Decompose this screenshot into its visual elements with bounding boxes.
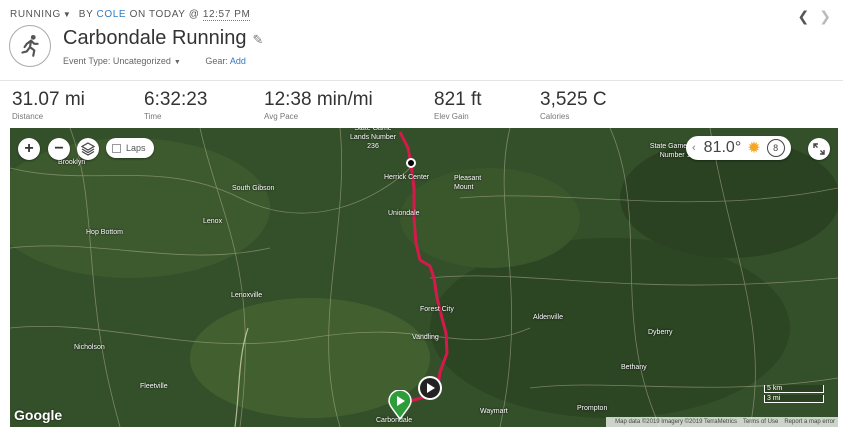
stat-label: Avg Pace [264,112,299,121]
town-label: Lenoxville [231,292,263,299]
activity-avatar [9,25,51,67]
activity-meta-bar: RUNNING ▼ BY COLE ON TODAY @ 12:57 PM [10,9,251,21]
event-type-label: Event Type: Uncategorized [63,56,171,66]
layers-icon [81,142,95,156]
gear-label: Gear: [205,56,228,66]
when-label: ON TODAY @ [129,9,200,20]
gear-add-link[interactable]: Add [230,56,246,66]
temperature-value: 81.0° [703,139,742,156]
town-label: Fleetville [140,383,168,390]
chevron-left-icon[interactable]: ‹ [692,142,696,154]
route-waypoint-icon [406,158,416,168]
start-flag-icon[interactable] [388,390,412,420]
fullscreen-button[interactable] [808,138,830,160]
town-label: Uniondale [388,210,420,217]
finish-play-icon[interactable] [417,375,443,401]
town-label: State Game Lands Number 236 [350,128,396,150]
town-label: Dyberry [648,329,673,336]
town-label: Lenox [203,218,223,225]
town-label: Vandling [412,334,439,341]
stat-value: 12:38 min/mi [264,89,373,110]
stat-avg-pace: 12:38 min/mi Avg Pace [264,89,373,121]
town-label: Brooklyn [58,159,86,166]
laps-toggle[interactable]: Laps [106,138,154,158]
town-label: Forest City [420,306,454,313]
stat-label: Calories [540,112,570,121]
town-label: Pleasant Mount [454,175,482,191]
next-arrow-icon[interactable]: ❯ [819,8,831,24]
activity-pager: ❮ ❯ [788,8,831,25]
laps-checkbox[interactable] [112,143,121,153]
activity-type-label: RUNNING [10,9,61,20]
stat-label: Elev Gain [434,112,469,121]
map-attribution: Map data ©2019 Imagery ©2019 TerraMetric… [606,417,838,427]
divider [0,80,843,81]
stat-label: Distance [12,112,44,121]
town-label: Prompton [577,405,608,412]
stat-label: Time [144,112,162,121]
zoom-out-button[interactable]: − [48,138,70,160]
runner-icon [21,34,39,57]
zoom-out-icon: − [54,140,64,157]
previous-arrow-icon[interactable]: ❮ [798,8,810,24]
user-link[interactable]: COLE [97,9,127,20]
town-label: Bethany [621,364,647,371]
terms-link[interactable]: Terms of Use [743,419,778,425]
town-label: Waymart [480,408,508,415]
wind-speed-indicator: 8 [766,139,785,157]
town-label: Hop Bottom [86,229,123,236]
zoom-in-icon: + [24,140,34,157]
stat-value: 6:32:23 [144,89,208,110]
weather-widget[interactable]: ‹ 81.0° ✹ 8 [686,136,791,160]
scale-km: 5 km [764,385,824,393]
route-map[interactable]: Brooklyn South Gibson Lenox Hop Bottom L… [10,128,838,427]
town-label: South Gibson [232,185,275,192]
activity-time: 12:57 PM [202,9,251,21]
activity-details: Event Type: Uncategorized ▼ Gear: Add [63,56,246,66]
stat-elev-gain: 821 ft Elev Gain [434,89,482,121]
by-label: BY [78,9,94,20]
laps-label: Laps [126,143,146,153]
map-scale: 5 km 3 mi [764,385,824,405]
town-label: Herrick Center [384,174,430,181]
report-error-link[interactable]: Report a map error [784,419,835,425]
google-logo: Google [14,407,63,423]
stat-calories: 3,525 C Calories [540,89,607,121]
scale-mi: 3 mi [764,395,824,403]
stat-time: 6:32:23 Time [144,89,207,121]
town-label: Nicholson [74,344,105,351]
event-type-dropdown[interactable]: Event Type: Uncategorized ▼ [63,56,181,66]
fullscreen-icon [813,143,825,155]
stat-value: 31.07 mi [12,89,85,110]
activity-title: Carbondale Running ✎ [63,27,263,50]
stat-value: 821 ft [434,89,482,110]
stat-value: 3,525 C [540,89,607,110]
stat-distance: 31.07 mi Distance [12,89,85,121]
activity-type-dropdown[interactable]: RUNNING ▼ [10,9,75,20]
caret-down-icon: ▼ [173,59,181,66]
layers-button[interactable] [77,138,99,160]
activity-title-text: Carbondale Running [63,27,247,49]
caret-down-icon: ▼ [62,10,72,19]
sun-icon: ✹ [747,140,761,157]
attribution-text: Map data ©2019 Imagery ©2019 TerraMetric… [615,419,737,425]
pencil-icon[interactable]: ✎ [252,32,263,47]
zoom-in-button[interactable]: + [18,138,40,160]
town-label: Aldenville [533,314,563,321]
